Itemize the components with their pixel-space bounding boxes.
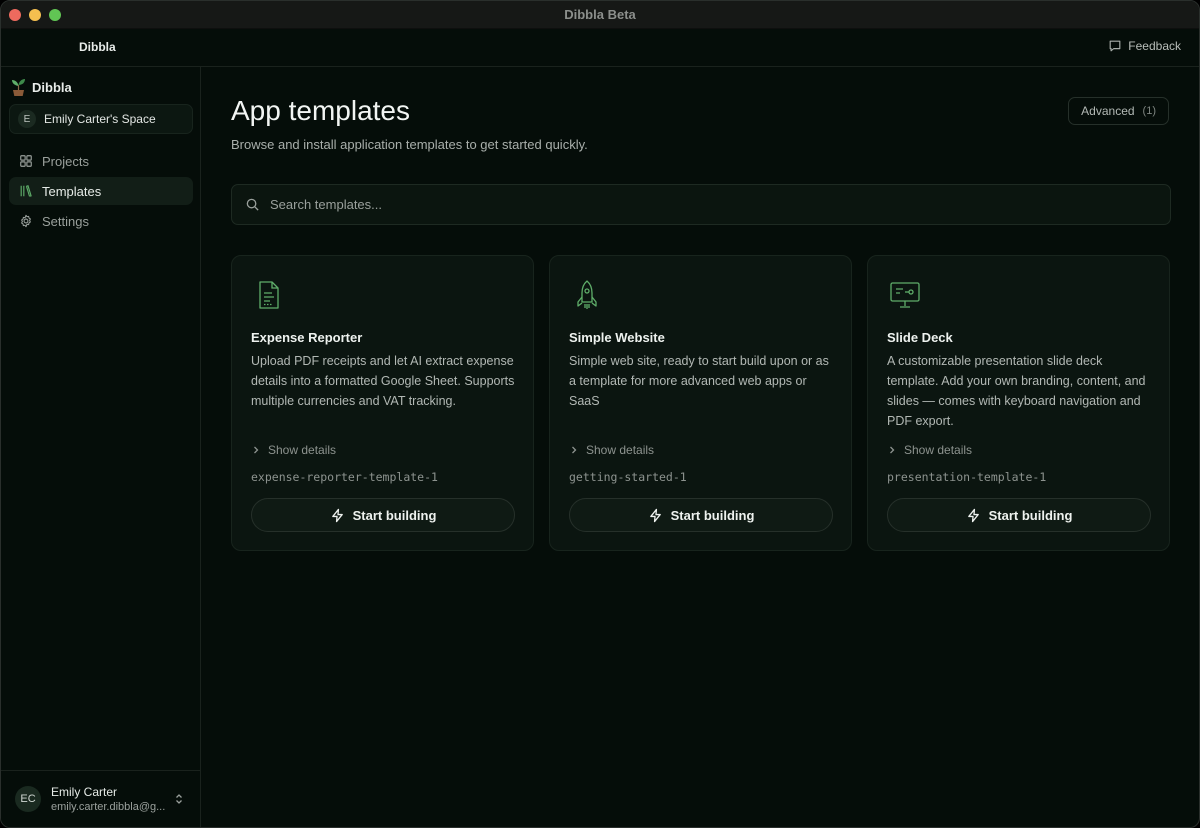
card-title: Simple Website bbox=[569, 330, 665, 345]
sidebar-nav: Projects Templates Settings bbox=[9, 147, 193, 237]
grid-icon bbox=[20, 155, 32, 167]
advanced-label: Advanced bbox=[1081, 104, 1135, 118]
start-building-button[interactable]: Start building bbox=[251, 498, 515, 532]
start-building-label: Start building bbox=[352, 507, 437, 523]
user-menu[interactable]: EC Emily Carter emily.carter.dibbla@g... bbox=[1, 770, 200, 827]
chevron-right-icon bbox=[254, 446, 259, 454]
search-bar bbox=[231, 184, 1171, 225]
user-info: Emily Carter emily.carter.dibbla@g... bbox=[51, 785, 165, 813]
close-window-button[interactable] bbox=[9, 9, 21, 21]
main-content: App templates Browse and install applica… bbox=[201, 67, 1199, 827]
template-slug: presentation-template-1 bbox=[887, 470, 1047, 484]
page-subtitle: Browse and install application templates… bbox=[231, 137, 588, 152]
gear-icon bbox=[21, 214, 31, 228]
advanced-count: (1) bbox=[1142, 105, 1156, 117]
window-controls bbox=[9, 9, 61, 21]
sidebar-item-label: Templates bbox=[42, 183, 102, 199]
sidebar-item-label: Settings bbox=[42, 213, 89, 229]
show-details-toggle[interactable]: Show details bbox=[569, 443, 654, 457]
header-brand: Dibbla bbox=[79, 40, 116, 54]
start-building-label: Start building bbox=[988, 507, 1073, 523]
sprout-logo-icon bbox=[12, 79, 25, 96]
feedback-label: Feedback bbox=[1128, 39, 1181, 53]
card-title: Slide Deck bbox=[887, 330, 953, 345]
start-building-button[interactable]: Start building bbox=[887, 498, 1151, 532]
template-slug: getting-started-1 bbox=[569, 470, 687, 484]
search-icon bbox=[246, 198, 259, 211]
card-description: Upload PDF receipts and let AI extract e… bbox=[251, 354, 515, 408]
show-details-label: Show details bbox=[586, 443, 655, 457]
sidebar-item-settings[interactable]: Settings bbox=[9, 207, 193, 235]
sidebar-brand-label: Dibbla bbox=[32, 79, 72, 95]
sidebar-brand[interactable]: Dibbla bbox=[11, 77, 72, 97]
document-icon bbox=[259, 281, 279, 309]
template-slug: expense-reporter-template-1 bbox=[251, 470, 438, 484]
card-description: Simple web site, ready to start build up… bbox=[569, 354, 829, 408]
show-details-toggle[interactable]: Show details bbox=[887, 443, 972, 457]
search-input[interactable] bbox=[270, 197, 1150, 212]
show-details-label: Show details bbox=[904, 443, 973, 457]
sidebar-item-label: Projects bbox=[42, 153, 89, 169]
app-window: Dibbla Beta Dibbla Feedback Dibbla E Emi… bbox=[0, 0, 1200, 828]
zoom-window-button[interactable] bbox=[49, 9, 61, 21]
space-switcher[interactable]: E Emily Carter's Space bbox=[9, 104, 193, 134]
chevrons-up-down-icon bbox=[176, 794, 182, 804]
start-building-label: Start building bbox=[670, 507, 755, 523]
template-card: Expense Reporter Upload PDF receipts and… bbox=[231, 255, 534, 551]
show-details-toggle[interactable]: Show details bbox=[251, 443, 336, 457]
avatar: EC bbox=[15, 786, 41, 812]
zap-icon bbox=[331, 508, 343, 522]
chevron-right-icon bbox=[572, 446, 577, 454]
zap-icon bbox=[967, 508, 979, 522]
rocket-icon bbox=[577, 280, 597, 309]
window-title: Dibbla Beta bbox=[564, 7, 636, 22]
space-name: Emily Carter's Space bbox=[44, 112, 156, 126]
space-avatar: E bbox=[18, 110, 36, 128]
user-name: Emily Carter bbox=[51, 785, 118, 799]
message-icon bbox=[1109, 40, 1121, 52]
page-title: App templates bbox=[231, 95, 410, 126]
show-details-label: Show details bbox=[268, 443, 337, 457]
chevron-right-icon bbox=[890, 446, 895, 454]
sidebar-item-templates[interactable]: Templates bbox=[9, 177, 193, 205]
sidebar-item-projects[interactable]: Projects bbox=[9, 147, 193, 175]
feedback-button[interactable]: Feedback bbox=[1108, 39, 1181, 53]
user-email: emily.carter.dibbla@g... bbox=[51, 801, 166, 813]
library-icon bbox=[20, 185, 32, 197]
app-header: Dibbla Feedback bbox=[1, 29, 1199, 67]
card-title: Expense Reporter bbox=[251, 330, 363, 345]
start-building-button[interactable]: Start building bbox=[569, 498, 833, 532]
template-card: Slide Deck A customizable presentation s… bbox=[867, 255, 1170, 551]
card-description: A customizable presentation slide deck t… bbox=[887, 354, 1146, 428]
advanced-button[interactable]: Advanced (1) bbox=[1068, 97, 1169, 125]
sidebar: Dibbla E Emily Carter's Space Projects T… bbox=[1, 67, 201, 827]
presentation-icon bbox=[890, 282, 920, 308]
template-grid: Expense Reporter Upload PDF receipts and… bbox=[231, 255, 1171, 551]
zap-icon bbox=[649, 508, 661, 522]
template-card: Simple Website Simple web site, ready to… bbox=[549, 255, 852, 551]
minimize-window-button[interactable] bbox=[29, 9, 41, 21]
title-bar: Dibbla Beta bbox=[1, 1, 1199, 29]
